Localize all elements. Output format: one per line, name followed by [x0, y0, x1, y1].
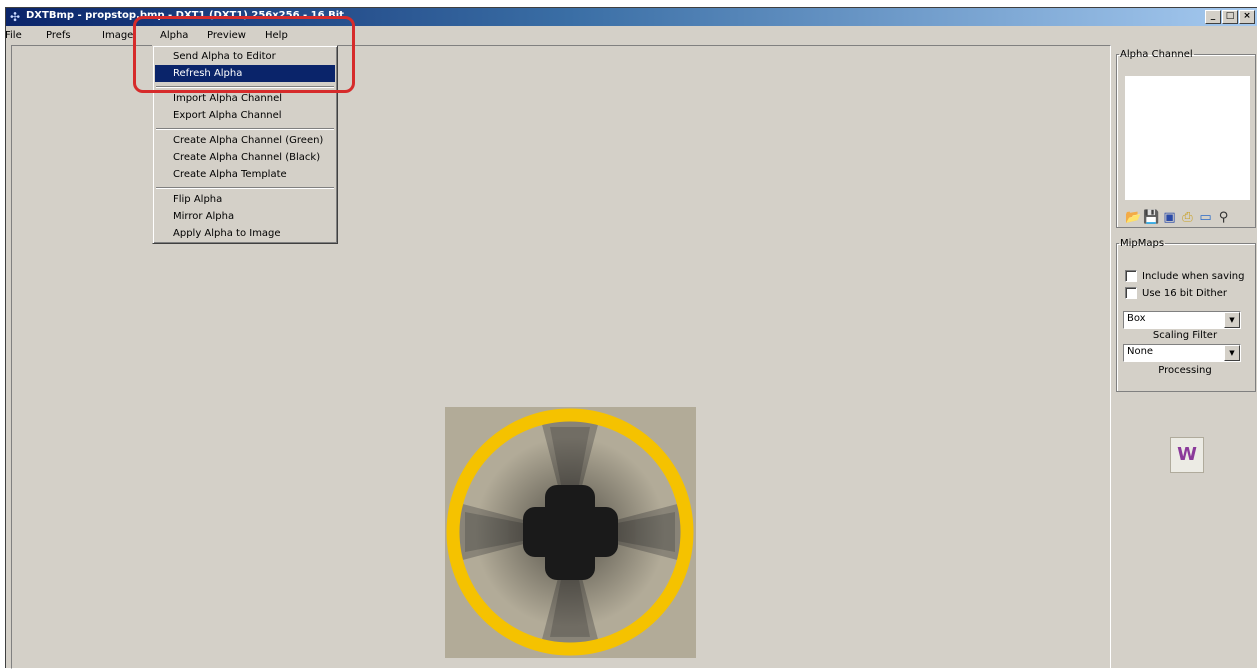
menu-image[interactable]: Image: [102, 30, 133, 41]
dropdown-arrow-icon[interactable]: ▼: [1224, 345, 1240, 361]
menu-item-export-alpha-channel[interactable]: Export Alpha Channel: [155, 107, 335, 124]
alpha-channel-title: Alpha Channel: [1120, 49, 1193, 60]
include-when-saving-label: Include when saving: [1142, 270, 1245, 282]
propeller-texture-image: [445, 407, 696, 658]
menu-item-mirror-alpha[interactable]: Mirror Alpha: [155, 208, 335, 225]
menu-item-flip-alpha[interactable]: Flip Alpha: [155, 191, 335, 208]
open-folder-icon[interactable]: 📂: [1125, 209, 1142, 226]
minimize-button[interactable]: _: [1205, 10, 1221, 24]
processing-select[interactable]: None ▼: [1123, 344, 1241, 362]
menu-item-apply-alpha-to-image[interactable]: Apply Alpha to Image: [155, 225, 335, 242]
checkbox-box[interactable]: [1125, 287, 1137, 299]
app-icon: ✣: [10, 10, 21, 24]
alpha-channel-group: Alpha Channel 📂 💾 ▣ ⎙ ▭ ⚲: [1116, 49, 1256, 228]
side-panel: Alpha Channel 📂 💾 ▣ ⎙ ▭ ⚲ MipMaps Includ…: [1112, 45, 1257, 667]
include-when-saving-checkbox[interactable]: Include when saving: [1125, 270, 1245, 282]
w-logo-icon[interactable]: W: [1170, 437, 1204, 473]
monitor-icon[interactable]: ▭: [1197, 209, 1214, 226]
scaling-filter-caption: Scaling Filter: [1152, 330, 1218, 341]
menu-file[interactable]: File: [5, 30, 22, 41]
mipmaps-group: MipMaps Include when saving Use 16 bit D…: [1116, 238, 1256, 392]
processing-value: None: [1127, 346, 1154, 357]
menu-separator: [156, 128, 334, 130]
save-icon[interactable]: 💾: [1143, 209, 1160, 226]
print-icon[interactable]: ⎙: [1179, 209, 1196, 226]
scaling-filter-value: Box: [1127, 313, 1146, 324]
alpha-toolbar: 📂 💾 ▣ ⎙ ▭ ⚲: [1125, 209, 1232, 226]
magnifier-icon[interactable]: ⚲: [1215, 209, 1232, 226]
menu-item-create-alpha-template[interactable]: Create Alpha Template: [155, 166, 335, 183]
close-button[interactable]: ×: [1239, 10, 1255, 24]
load-icon[interactable]: ▣: [1161, 209, 1178, 226]
alpha-channel-preview: [1125, 76, 1250, 200]
menu-separator: [156, 187, 334, 189]
menu-prefs[interactable]: Prefs: [46, 30, 71, 41]
maximize-button[interactable]: □: [1222, 10, 1238, 24]
texture-preview: [445, 407, 696, 658]
menu-item-create-alpha-green[interactable]: Create Alpha Channel (Green): [155, 132, 335, 149]
menu-item-create-alpha-black[interactable]: Create Alpha Channel (Black): [155, 149, 335, 166]
use-16bit-dither-label: Use 16 bit Dither: [1142, 287, 1227, 299]
use-16bit-dither-checkbox[interactable]: Use 16 bit Dither: [1125, 287, 1227, 299]
checkbox-box[interactable]: [1125, 270, 1137, 282]
processing-caption: Processing: [1158, 365, 1212, 376]
dropdown-arrow-icon[interactable]: ▼: [1224, 312, 1240, 328]
mipmaps-title: MipMaps: [1120, 238, 1165, 249]
scaling-filter-select[interactable]: Box ▼: [1123, 311, 1241, 329]
highlight-callout: [133, 16, 355, 93]
